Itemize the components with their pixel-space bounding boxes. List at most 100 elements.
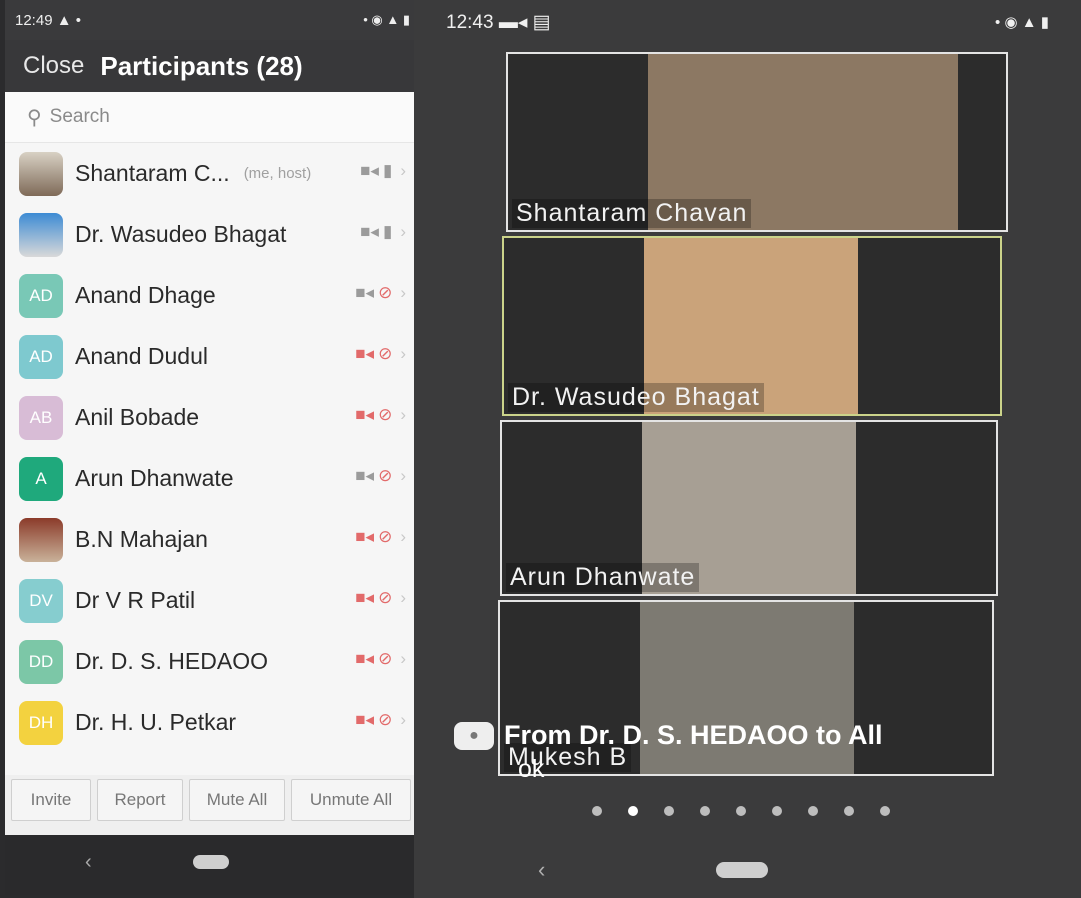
participant-row[interactable]: Dr. Wasudeo Bhagat ■◂ ▮ › — [5, 204, 420, 265]
chevron-right-icon: › — [400, 710, 406, 729]
avatar: AD — [19, 334, 63, 379]
page-dot[interactable] — [736, 806, 746, 816]
page-title: Participants (28) — [100, 50, 303, 81]
navigation-bar: ‹ — [5, 835, 420, 895]
page-dot[interactable] — [772, 806, 782, 816]
participant-status-icons: ■◂ ⊘ › — [355, 710, 406, 730]
page-dot[interactable] — [880, 806, 890, 816]
page-dot[interactable] — [664, 806, 674, 816]
page-dot[interactable] — [628, 806, 638, 816]
participant-status-icons: ■◂ ⊘ › — [355, 405, 406, 425]
invite-button[interactable]: Invite — [11, 779, 91, 821]
participants-header: Close Participants (28) — [5, 40, 420, 92]
status-bar: 12:43 ▬◂ ▤ • ◉ ▲ ▮ — [414, 0, 1081, 44]
avatar: DV — [19, 578, 63, 623]
chat-sender: From Dr. D. S. HEDAOO to All — [504, 720, 883, 750]
page-dot[interactable] — [700, 806, 710, 816]
back-icon[interactable]: ‹ — [85, 851, 92, 874]
page-dot[interactable] — [844, 806, 854, 816]
participant-status-icons: ■◂ ⊘ › — [355, 283, 406, 303]
video-tile-label: Shantaram Chavan — [512, 199, 752, 228]
participant-status-icons: ■◂ ⊘ › — [355, 527, 406, 547]
page-dot[interactable] — [592, 806, 602, 816]
avatar: AD — [19, 273, 63, 318]
video-off-icon: ■◂ — [355, 710, 375, 729]
mic-muted-icon: ⊘ — [378, 405, 393, 424]
participant-name: Dr V R Patil — [75, 587, 196, 613]
participant-name: Dr. Wasudeo Bhagat — [75, 221, 287, 247]
chevron-right-icon: › — [400, 405, 406, 424]
avatar: AB — [19, 395, 63, 440]
chat-message: ok — [518, 755, 545, 783]
participant-row[interactable]: DV Dr V R Patil ■◂ ⊘ › — [5, 570, 420, 631]
status-icons: • ◉ ▲ ▮ — [363, 12, 410, 27]
chevron-right-icon: › — [400, 588, 406, 607]
mic-icon: ▮ — [382, 222, 393, 241]
mic-icon: ▮ — [382, 161, 393, 180]
chevron-right-icon: › — [400, 649, 406, 668]
participant-status-icons: ■◂ ⊘ › — [355, 344, 406, 364]
chevron-right-icon: › — [400, 283, 406, 302]
participant-row[interactable]: AB Anil Bobade ■◂ ⊘ › — [5, 387, 420, 448]
mic-muted-icon: ⊘ — [378, 588, 393, 607]
video-icon: ■◂ — [360, 222, 379, 241]
video-off-icon: ■◂ — [355, 588, 375, 607]
participant-row[interactable]: DD Dr. D. S. HEDAOO ■◂ ⊘ › — [5, 631, 420, 692]
participant-row[interactable]: AD Anand Dudul ■◂ ⊘ › — [5, 326, 420, 387]
status-bar: 12:49 ▲ • • ◉ ▲ ▮ — [5, 0, 420, 40]
search-icon: ⚲ — [27, 106, 42, 129]
video-icon: ■◂ — [355, 283, 375, 302]
video-icon: ■◂ — [355, 466, 375, 485]
participants-screen: 12:49 ▲ • • ◉ ▲ ▮ Close Participants (28… — [5, 0, 420, 895]
search-placeholder: Search — [49, 106, 110, 127]
home-pill[interactable] — [193, 855, 229, 869]
mute-all-button[interactable]: Mute All — [189, 779, 285, 821]
chevron-right-icon: › — [400, 161, 406, 180]
video-tile[interactable]: Shantaram Chavan — [506, 52, 1008, 232]
video-tile[interactable]: Dr. Wasudeo Bhagat — [502, 236, 1002, 416]
video-icon: ■◂ — [360, 161, 379, 180]
avatar — [19, 151, 63, 196]
participant-name: Dr. D. S. HEDAOO — [75, 648, 268, 674]
participant-name: Dr. H. U. Petkar — [75, 709, 237, 735]
video-off-icon: ■◂ — [355, 649, 375, 668]
chevron-right-icon: › — [400, 344, 406, 363]
page-indicator[interactable] — [592, 806, 890, 816]
video-tile-label: Dr. Wasudeo Bhagat — [508, 383, 764, 412]
video-tile[interactable]: Arun Dhanwate — [500, 420, 998, 596]
participant-name: Anand Dudul — [75, 343, 208, 369]
search-input[interactable]: ⚲ Search — [5, 92, 420, 143]
participant-name: Arun Dhanwate — [75, 465, 234, 491]
participant-name: B.N Mahajan — [75, 526, 208, 552]
back-icon[interactable]: ‹ — [538, 857, 545, 883]
avatar: A — [19, 456, 63, 501]
status-time: 12:43 ▬◂ ▤ — [446, 11, 551, 33]
mic-muted-icon: ⊘ — [378, 649, 393, 668]
meeting-screen: 12:43 ▬◂ ▤ • ◉ ▲ ▮ Shantaram Chavan Dr. W… — [414, 0, 1081, 898]
participant-list: Shantaram C... (me, host) ■◂ ▮ › Dr. Wasudeo … — [5, 143, 420, 753]
participants-footer: Invite Report Mute All Unmute All — [5, 775, 420, 835]
status-time: 12:49 ▲ • — [15, 11, 81, 29]
unmute-all-button[interactable]: Unmute All — [291, 779, 411, 821]
participant-tag: (me, host) — [243, 165, 312, 182]
page-dot[interactable] — [808, 806, 818, 816]
participant-row[interactable]: A Arun Dhanwate ■◂ ⊘ › — [5, 448, 420, 509]
participant-row[interactable]: AD Anand Dhage ■◂ ⊘ › — [5, 265, 420, 326]
participant-status-icons: ■◂ ▮ › — [360, 222, 406, 242]
participant-status-icons: ■◂ ▮ › — [360, 161, 406, 181]
participant-status-icons: ■◂ ⊘ › — [355, 649, 406, 669]
video-off-icon: ■◂ — [355, 405, 375, 424]
mic-muted-icon: ⊘ — [378, 710, 393, 729]
chat-preview[interactable]: ● From Dr. D. S. HEDAOO to All ok — [454, 720, 1054, 784]
close-button[interactable]: Close — [23, 52, 84, 80]
home-pill[interactable] — [716, 862, 768, 878]
participant-status-icons: ■◂ ⊘ › — [355, 466, 406, 486]
participant-row[interactable]: DH Dr. H. U. Petkar ■◂ ⊘ › — [5, 692, 420, 753]
participant-row[interactable]: Shantaram C... (me, host) ■◂ ▮ › — [5, 143, 420, 204]
mic-muted-icon: ⊘ — [378, 344, 393, 363]
participant-row[interactable]: B.N Mahajan ■◂ ⊘ › — [5, 509, 420, 570]
participant-name: Anand Dhage — [75, 282, 216, 308]
mic-muted-icon: ⊘ — [378, 527, 393, 546]
avatar — [19, 212, 63, 257]
report-button[interactable]: Report — [97, 779, 183, 821]
